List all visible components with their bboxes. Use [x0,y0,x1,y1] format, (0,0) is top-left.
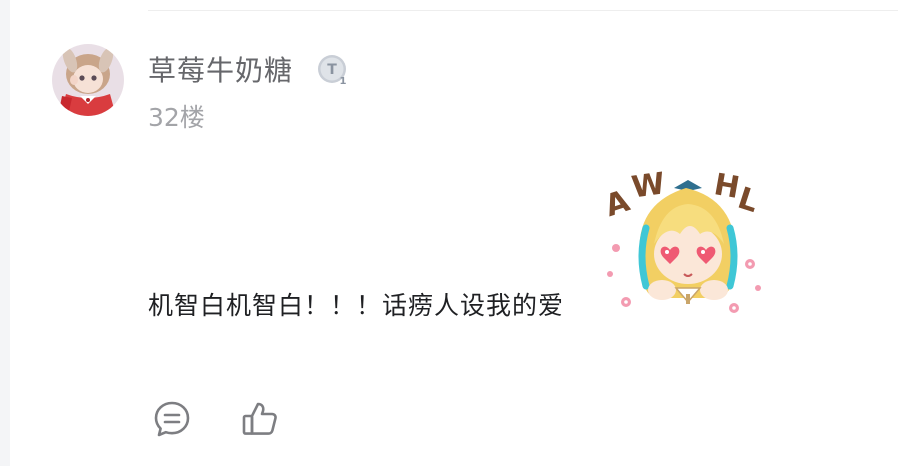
avatar[interactable] [52,44,124,116]
author-name[interactable]: 草莓牛奶糖 [148,50,293,88]
anime-avatar-icon [52,44,124,116]
anime-sticker-icon: A W H L [601,166,763,313]
svg-text:W: W [629,166,667,205]
svg-text:A: A [602,183,635,224]
thumbs-up-icon [242,402,277,435]
like-button[interactable] [240,398,280,438]
sticker-image: A W H L [601,164,764,322]
divider [148,10,898,11]
level-badge: T 1 [316,53,350,87]
svg-text:1: 1 [340,76,347,87]
comment-item: 草莓牛奶糖 T 1 32楼 机智白机智白！！！话痨人设我的爱 A W H L [0,0,898,466]
left-gutter [0,0,10,466]
reply-button[interactable] [152,399,192,439]
comment-icon [154,401,190,437]
comment-content: 机智白机智白！！！话痨人设我的爱 [148,291,565,320]
floor-number: 32楼 [148,103,205,132]
level-badge-icon: T 1 [318,55,347,87]
svg-text:T: T [327,62,337,78]
